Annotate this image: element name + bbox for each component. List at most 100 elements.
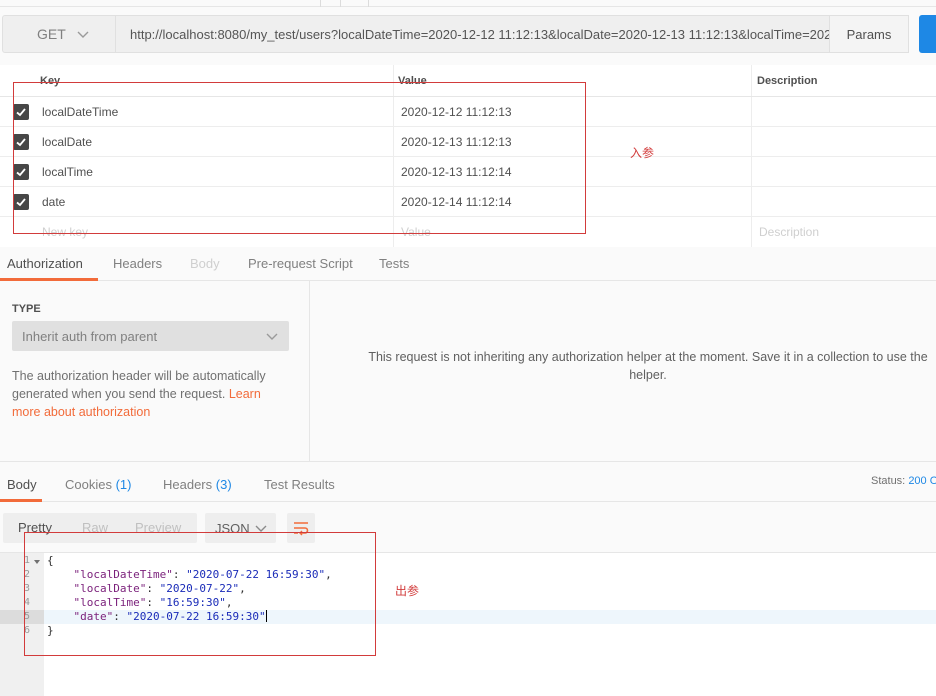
format-select[interactable]: JSON — [205, 513, 276, 543]
tab-strip — [0, 0, 936, 7]
auth-type-value: Inherit auth from parent — [22, 328, 158, 344]
tab-cookies[interactable]: Cookies (1) — [65, 477, 131, 492]
json-key: "localDate" — [73, 582, 147, 595]
json-value: "2020-07-22" — [159, 582, 240, 595]
auth-type-select[interactable]: Inherit auth from parent — [12, 321, 289, 351]
auth-info-line: helper. — [629, 368, 667, 382]
text-cursor — [265, 610, 267, 622]
auth-description-text: The authorization header will be automat… — [12, 369, 266, 401]
auth-info-line: This request is not inheriting any autho… — [368, 350, 928, 364]
chevron-down-icon — [255, 525, 267, 532]
status-badge: Status: 200 O — [871, 475, 936, 487]
auth-description: The authorization header will be automat… — [12, 367, 292, 421]
fold-toggle-icon[interactable] — [34, 560, 40, 564]
status-code: 200 O — [908, 475, 936, 487]
param-key[interactable]: localTime — [42, 165, 93, 179]
json-key: "date" — [73, 610, 114, 623]
tab-headers[interactable]: Headers — [113, 256, 162, 271]
tab-divider — [320, 0, 321, 7]
chevron-down-icon — [266, 333, 278, 340]
auth-type-label: TYPE — [12, 303, 41, 315]
tab-response-body[interactable]: Body — [7, 477, 37, 492]
checkbox[interactable] — [13, 164, 29, 180]
check-icon — [16, 138, 26, 147]
tab-body[interactable]: Body — [190, 256, 220, 271]
json-separator: , — [225, 596, 233, 609]
headers-count: (3) — [215, 477, 232, 492]
param-value[interactable]: 2020-12-14 11:12:14 — [401, 195, 512, 209]
line-number: 6 — [24, 625, 31, 636]
method-label: GET — [37, 26, 66, 42]
view-mode-group: Pretty Raw Preview — [3, 513, 197, 543]
new-param-row: New key Value Description — [0, 217, 936, 247]
check-icon — [16, 198, 26, 207]
tab-headers-label: Headers — [163, 477, 213, 492]
column-header-key: Key — [40, 75, 61, 87]
checkbox[interactable] — [13, 104, 29, 120]
param-value[interactable]: 2020-12-13 11:12:14 — [401, 165, 512, 179]
auth-info-panel: This request is not inheriting any autho… — [310, 281, 936, 461]
tab-divider — [340, 0, 341, 7]
check-icon — [16, 108, 26, 117]
tab-pre-request-script[interactable]: Pre-request Script — [248, 256, 353, 271]
checkbox[interactable] — [13, 134, 29, 150]
format-value: JSON — [215, 520, 250, 536]
cookies-count: (1) — [115, 477, 132, 492]
code-line: "localDate": "2020-07-22", — [73, 582, 246, 595]
chevron-down-icon — [77, 31, 89, 38]
json-separator: , — [325, 568, 332, 581]
wrap-lines-icon — [294, 522, 309, 536]
json-value: "2020-07-22 16:59:30" — [186, 568, 326, 581]
json-separator: , — [239, 582, 246, 595]
json-brace: } — [47, 624, 54, 637]
annotation-label-output: 出参 — [395, 584, 420, 598]
view-mode-preview[interactable]: Preview — [135, 520, 181, 535]
checkbox[interactable] — [13, 194, 29, 210]
response-body-editor[interactable]: 1 2 3 4 5 6 { "localDateTime": "2020-07-… — [0, 552, 936, 696]
status-label: Status: — [871, 475, 906, 487]
view-mode-raw[interactable]: Raw — [82, 520, 108, 535]
auth-settings: TYPE Inherit auth from parent The author… — [0, 281, 310, 461]
request-bar: GET http://localhost:8080/my_test/users?… — [0, 7, 936, 65]
auth-info-message: This request is not inheriting any autho… — [310, 348, 936, 384]
param-value[interactable]: 2020-12-12 11:12:13 — [401, 105, 512, 119]
table-row: localDate 2020-12-13 11:12:13 — [0, 127, 936, 157]
wrap-lines-button[interactable] — [287, 513, 315, 543]
line-number: 3 — [24, 583, 31, 594]
param-key[interactable]: localDateTime — [42, 105, 118, 119]
code-line: { — [47, 554, 54, 567]
param-key[interactable]: localDate — [42, 135, 92, 149]
code-line: } — [47, 624, 54, 637]
new-key-input[interactable]: New key — [42, 225, 88, 239]
request-tabs: Authorization Headers Body Pre-request S… — [0, 247, 936, 281]
tab-response-headers[interactable]: Headers (3) — [163, 477, 232, 492]
view-mode-pretty[interactable]: Pretty — [18, 520, 52, 535]
param-key[interactable]: date — [42, 195, 65, 209]
params-table: Key Value Description localDateTime 2020… — [0, 65, 936, 247]
new-description-input[interactable]: Description — [759, 225, 819, 239]
code-line: "localTime": "16:59:30", — [73, 596, 233, 609]
response-toolbar: Pretty Raw Preview JSON — [0, 502, 936, 552]
json-brace: { — [47, 554, 54, 567]
new-value-input[interactable]: Value — [401, 225, 431, 239]
code-line: "localDateTime": "2020-07-22 16:59:30", — [73, 568, 332, 581]
line-number: 2 — [24, 569, 31, 580]
line-number: 5 — [24, 611, 31, 622]
line-number: 4 — [24, 597, 31, 608]
tab-cookies-label: Cookies — [65, 477, 112, 492]
code-line: "date": "2020-07-22 16:59:30" — [73, 610, 267, 623]
column-header-value: Value — [398, 75, 427, 87]
tab-tests[interactable]: Tests — [379, 256, 409, 271]
tab-authorization[interactable]: Authorization — [7, 256, 83, 271]
json-value: "2020-07-22 16:59:30" — [126, 610, 266, 623]
tab-test-results[interactable]: Test Results — [264, 477, 335, 492]
method-select[interactable]: GET — [2, 15, 116, 53]
param-value[interactable]: 2020-12-13 11:12:13 — [401, 135, 512, 149]
params-table-header: Key Value Description — [0, 65, 936, 97]
check-icon — [16, 168, 26, 177]
params-button[interactable]: Params — [829, 15, 909, 53]
table-row: date 2020-12-14 11:12:14 — [0, 187, 936, 217]
send-button[interactable] — [919, 15, 936, 53]
url-input[interactable]: http://localhost:8080/my_test/users?loca… — [116, 15, 830, 53]
table-row: localTime 2020-12-13 11:12:14 — [0, 157, 936, 187]
